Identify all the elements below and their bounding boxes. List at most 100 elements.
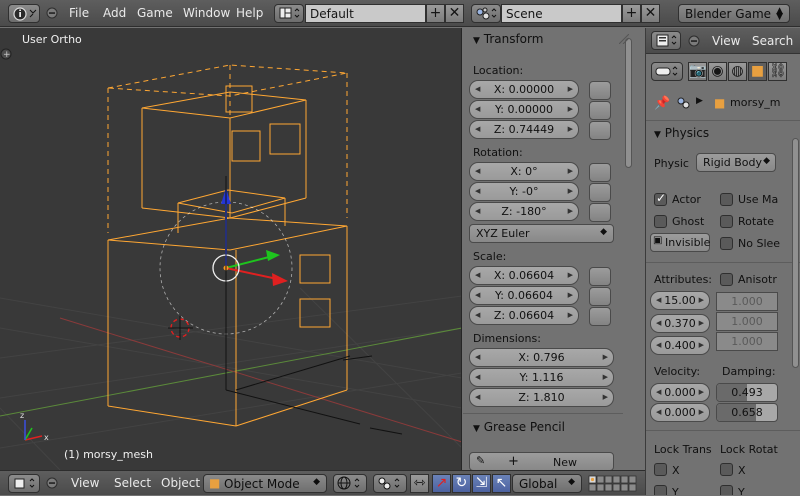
lock-scale-x-icon[interactable] <box>589 267 611 286</box>
velocity-label: Velocity: <box>654 365 701 378</box>
dimension-x-field[interactable]: ◀ X: 0.796 ▶ <box>469 348 614 367</box>
rotate-manipulator-icon[interactable]: ↻ <box>452 474 471 493</box>
location-x-field[interactable]: ◀ X: 0.00000 ▶ <box>469 80 579 99</box>
velocity-max-field[interactable]: ◀ 0.000 ▶ <box>650 403 710 422</box>
scene-name[interactable]: Scene <box>501 4 622 23</box>
invisible-toggle[interactable]: ▣ Invisible <box>650 233 710 252</box>
lock-location-z-icon[interactable] <box>589 121 611 140</box>
use-material-checkbox[interactable] <box>720 193 733 206</box>
radius-field[interactable]: ◀ 0.370 ▶ <box>650 314 710 333</box>
menu-search[interactable]: Search <box>752 34 793 48</box>
menu-file[interactable]: File <box>69 6 89 20</box>
actor-checkbox[interactable] <box>654 191 667 206</box>
pivot-point-button[interactable] <box>373 474 407 493</box>
menu-view[interactable]: View <box>71 476 99 490</box>
delete-scene-button[interactable]: ✕ <box>641 4 660 23</box>
shelf-scrollbar[interactable] <box>625 38 632 168</box>
updown-arrows-icon: ◆ <box>763 156 770 166</box>
rotate-checkbox[interactable] <box>720 215 733 228</box>
collapse-menu-icon[interactable] <box>46 7 58 19</box>
manipulator-toggle[interactable]: ⇿ <box>410 474 429 493</box>
physics-type-dropdown[interactable]: Rigid Body ◆ <box>696 153 776 172</box>
translation-damping-slider[interactable]: 0.493 <box>716 383 778 402</box>
menu-add[interactable]: Add <box>103 6 126 20</box>
menu-select[interactable]: Select <box>114 476 151 490</box>
transform-panel-header[interactable]: ▼ Transform <box>473 32 543 46</box>
interaction-mode-dropdown[interactable]: ■ Object Mode ◆ <box>203 474 327 493</box>
delete-layout-button[interactable]: ✕ <box>445 4 464 23</box>
lock-scale-z-icon[interactable] <box>589 307 611 326</box>
lock-rotation-x-icon[interactable] <box>589 163 611 182</box>
manipulator-extra-icon[interactable]: ↖ <box>492 474 511 493</box>
collapse-menu-icon[interactable] <box>688 35 700 47</box>
viewport-shading-button[interactable] <box>333 474 367 493</box>
updown-arrows-icon: ◆ <box>568 477 575 487</box>
lock-trans-y-checkbox[interactable] <box>654 485 667 495</box>
scale-z-field[interactable]: ◀ Z: 0.06604 ▶ <box>469 306 579 325</box>
lock-rot-y-checkbox[interactable] <box>720 485 733 495</box>
menu-object[interactable]: Object <box>161 476 200 490</box>
collapse-menu-icon[interactable] <box>46 477 58 489</box>
physics-type-label: Physic <box>654 157 689 170</box>
anisotropic-y-field: 1.000 <box>716 312 778 331</box>
3d-cursor[interactable] <box>168 316 193 340</box>
transform-orientation-dropdown[interactable]: Global ◆ <box>512 474 582 493</box>
scene-selector[interactable] <box>471 4 501 23</box>
pin-icon[interactable]: 📌 <box>654 96 670 111</box>
screen-layout-name[interactable]: Default <box>305 4 426 23</box>
scene-tab-icon[interactable]: ◉ <box>708 62 727 81</box>
context-selector[interactable] <box>651 62 683 81</box>
lock-rot-x-checkbox[interactable] <box>720 463 733 476</box>
scale-manipulator-icon[interactable]: ⇲ <box>472 474 491 493</box>
3d-viewport[interactable]: z x + User Ortho (1) morsy_mesh <box>0 28 462 470</box>
menu-view[interactable]: View <box>712 34 740 48</box>
info-editor-button[interactable] <box>8 4 40 23</box>
render-engine-dropdown[interactable]: Blender Game ▲ ▼ <box>678 4 790 23</box>
scale-x-field[interactable]: ◀ X: 0.06604 ▶ <box>469 266 579 285</box>
anisotropic-checkbox[interactable] <box>720 273 733 286</box>
properties-scrollbar[interactable] <box>792 138 799 368</box>
lock-rotation-z-icon[interactable] <box>589 203 611 222</box>
close-icon: ✕ <box>448 5 461 21</box>
rotation-damping-slider[interactable]: 0.658 <box>716 403 778 422</box>
editor-type-button[interactable] <box>651 31 681 50</box>
toolshelf-expand-icon[interactable]: + <box>0 48 12 60</box>
lock-scale-y-icon[interactable] <box>589 287 611 306</box>
dimension-z-field[interactable]: ◀ Z: 1.810 ▶ <box>469 388 614 407</box>
form-factor-field[interactable]: ◀ 0.400 ▶ <box>650 336 710 355</box>
menu-help[interactable]: Help <box>236 6 263 20</box>
lock-trans-x-checkbox[interactable] <box>654 463 667 476</box>
grease-pencil-panel-header[interactable]: ▼ Grease Pencil <box>473 420 565 434</box>
viewport-editor-type-button[interactable] <box>8 474 40 493</box>
translate-manipulator-icon[interactable]: ↗ <box>432 474 451 493</box>
add-scene-button[interactable]: + <box>622 4 641 23</box>
layer-buttons[interactable] <box>588 475 640 493</box>
rotation-y-field[interactable]: ◀ Y: -0° ▶ <box>469 182 579 201</box>
rotation-z-field[interactable]: ◀ Z: -180° ▶ <box>469 202 579 221</box>
render-tab-icon[interactable]: 📷 <box>688 62 707 81</box>
rotation-mode-dropdown[interactable]: XYZ Euler ◆ <box>469 224 614 243</box>
physics-panel-header[interactable]: ▼ Physics <box>654 126 709 140</box>
no-sleep-checkbox[interactable] <box>720 237 733 250</box>
lock-rotation-y-icon[interactable] <box>589 183 611 202</box>
dimension-y-field[interactable]: ◀ Y: 1.116 ▶ <box>469 368 614 387</box>
menu-window[interactable]: Window <box>183 6 230 20</box>
screen-layout-selector[interactable] <box>274 4 304 23</box>
rotation-x-field[interactable]: ◀ X: 0° ▶ <box>469 162 579 181</box>
object-wireframe <box>107 64 348 427</box>
menu-game[interactable]: Game <box>137 6 173 20</box>
location-y-field[interactable]: ◀ Y: 0.00000 ▶ <box>469 100 579 119</box>
world-tab-icon[interactable]: ◍ <box>728 62 747 81</box>
add-layout-button[interactable]: + <box>426 4 445 23</box>
lock-location-x-icon[interactable] <box>589 81 611 100</box>
location-z-field[interactable]: ◀ Z: 0.74449 ▶ <box>469 120 579 139</box>
pencil-icon: ✎ <box>476 454 486 467</box>
grease-pencil-new-button[interactable]: ✎ + New <box>469 452 614 470</box>
ghost-checkbox[interactable] <box>654 215 667 228</box>
lock-location-y-icon[interactable] <box>589 101 611 120</box>
constraints-tab-icon[interactable]: ⛓ <box>768 62 787 81</box>
velocity-min-field[interactable]: ◀ 0.000 ▶ <box>650 383 710 402</box>
mass-field[interactable]: ◀ 15.00 ▶ <box>650 291 710 310</box>
object-tab-icon[interactable]: ■ <box>748 62 767 81</box>
scale-y-field[interactable]: ◀ Y: 0.06604 ▶ <box>469 286 579 305</box>
